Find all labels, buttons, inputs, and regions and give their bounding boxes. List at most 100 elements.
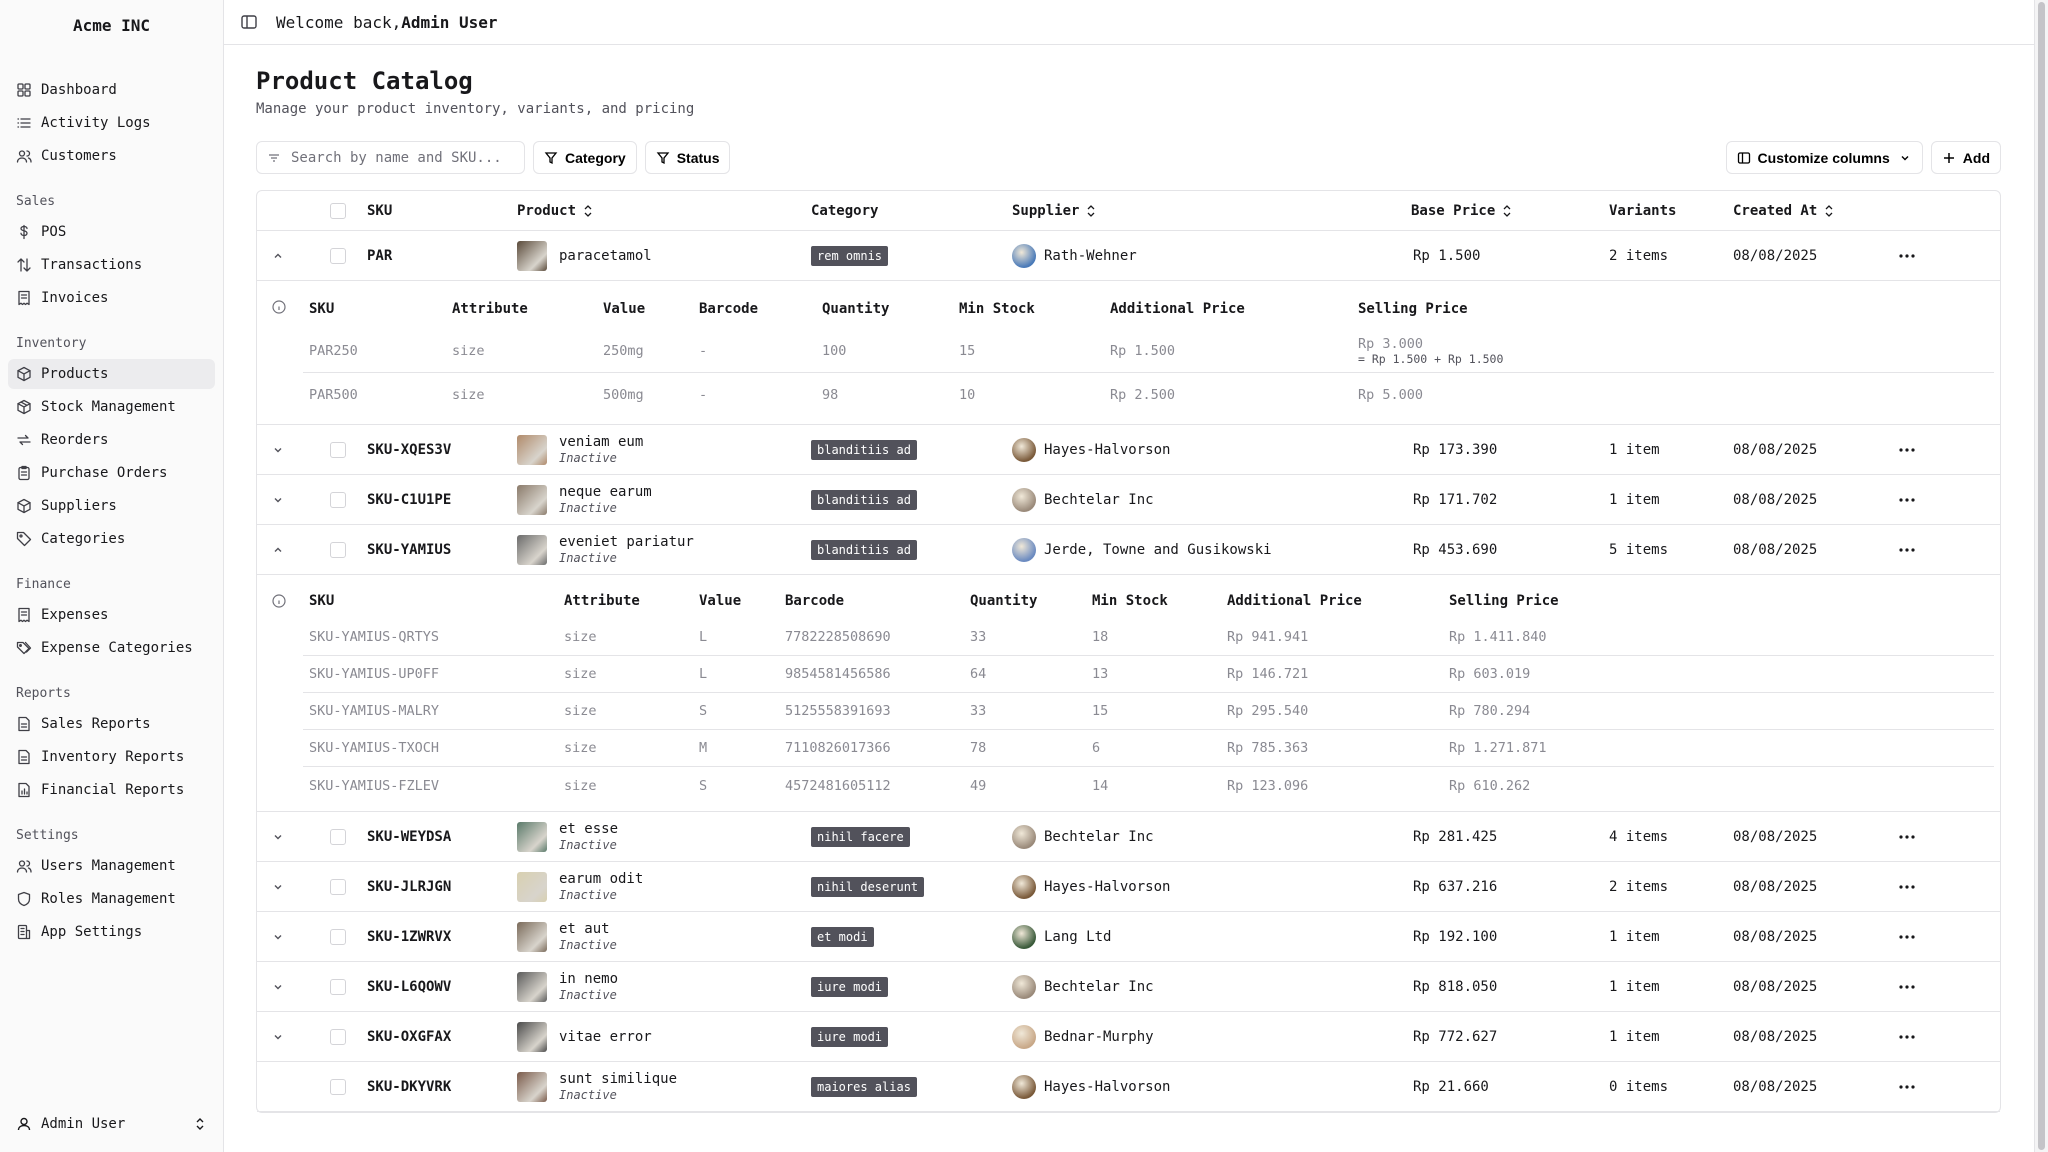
row-checkbox[interactable] [330, 928, 346, 945]
more-actions-icon[interactable] [1897, 829, 1917, 845]
sidebar-item-activity-logs[interactable]: Activity Logs [8, 108, 215, 138]
sidebar-item-categories[interactable]: Categories [8, 524, 215, 554]
scrollbar-thumb[interactable] [2038, 2, 2045, 1150]
sidebar-item-sales-reports[interactable]: Sales Reports [8, 709, 215, 739]
table-row[interactable]: SKU-YAMIUS eveniet pariatur Inactive blan… [257, 525, 2000, 575]
table-row[interactable]: SKU-WEYDSA et esse Inactive nihil facere … [257, 812, 2000, 862]
variant-sku: PAR500 [309, 387, 358, 403]
more-actions-icon[interactable] [1897, 1079, 1917, 1095]
sidebar-item-users-management[interactable]: Users Management [8, 851, 215, 881]
chevron-down-icon[interactable] [271, 880, 285, 894]
sidebar-item-suppliers[interactable]: Suppliers [8, 491, 215, 521]
row-checkbox[interactable] [330, 491, 346, 508]
sidebar-item-inventory-reports[interactable]: Inventory Reports [8, 742, 215, 772]
variant-row: SKU-YAMIUS-FZLEV size S 4572481605112 49 14 Rp… [303, 767, 1994, 804]
category-filter-button[interactable]: Category [533, 141, 637, 174]
table-row[interactable]: SKU-1ZWRVX et aut Inactive et modi Lang L… [257, 912, 2000, 962]
category-badge: nihil facere [811, 826, 910, 847]
chevron-down-icon[interactable] [271, 493, 285, 507]
chevron-down-icon[interactable] [271, 980, 285, 994]
product-cell[interactable]: earum odit Inactive [517, 871, 643, 903]
chevron-up-icon[interactable] [271, 249, 285, 263]
sidebar-toggle-icon[interactable] [240, 13, 258, 31]
table-row[interactable]: SKU-JLRJGN earum odit Inactive nihil dese… [257, 862, 2000, 912]
sidebar-item-expenses[interactable]: Expenses [8, 600, 215, 630]
row-checkbox[interactable] [330, 1078, 346, 1095]
sidebar-item-expense-categories[interactable]: Expense Categories [8, 633, 215, 663]
more-actions-icon[interactable] [1897, 492, 1917, 508]
search-input[interactable] [291, 149, 511, 166]
select-all-checkbox[interactable] [330, 202, 346, 219]
product-cell[interactable]: et aut Inactive [517, 921, 617, 953]
chevron-down-icon[interactable] [271, 830, 285, 844]
sidebar-item-label: Stock Management [41, 399, 176, 415]
more-actions-icon[interactable] [1897, 1029, 1917, 1045]
variant-row: SKU-YAMIUS-UP0FF size L 9854581456586 64 13 Rp… [303, 656, 1994, 693]
table-row[interactable]: PAR paracetamol rem omnis Rath-Wehner Rp… [257, 231, 2000, 281]
more-actions-icon[interactable] [1897, 879, 1917, 895]
more-actions-icon[interactable] [1897, 542, 1917, 558]
supplier-name: Hayes-Halvorson [1044, 441, 1171, 458]
variant-barcode: - [699, 387, 708, 403]
product-cell[interactable]: in nemo Inactive [517, 971, 618, 1003]
sidebar-item-purchase-orders[interactable]: Purchase Orders [8, 458, 215, 488]
chevron-down-icon[interactable] [271, 443, 285, 457]
chevron-up-icon[interactable] [271, 543, 285, 557]
variant-column-selling-price: Selling Price [1358, 301, 1468, 317]
sidebar-item-dashboard[interactable]: Dashboard [8, 75, 215, 105]
row-checkbox[interactable] [330, 541, 346, 558]
user-menu[interactable]: Admin User [8, 1104, 215, 1144]
table-row[interactable]: SKU-OXGFAX vitae error iure modi Bednar-… [257, 1012, 2000, 1062]
variant-sku: SKU-YAMIUS-MALRY [309, 703, 440, 719]
row-checkbox[interactable] [330, 828, 346, 845]
sidebar-item-customers[interactable]: Customers [8, 141, 215, 171]
variant-value: M [699, 740, 708, 756]
row-checkbox[interactable] [330, 247, 346, 264]
chevron-down-icon[interactable] [271, 1030, 285, 1044]
sidebar-item-transactions[interactable]: Transactions [8, 250, 215, 280]
page-scrollbar[interactable] [2034, 0, 2048, 1152]
supplier-cell: Rath-Wehner [1012, 243, 1137, 268]
column-supplier[interactable]: Supplier [1012, 203, 1097, 219]
sidebar-item-app-settings[interactable]: App Settings [8, 917, 215, 947]
column-created-at[interactable]: Created At [1733, 203, 1835, 219]
column-product[interactable]: Product [517, 203, 594, 219]
product-cell[interactable]: sunt similique Inactive [517, 1071, 677, 1103]
more-actions-icon[interactable] [1897, 929, 1917, 945]
add-product-button[interactable]: Add [1930, 141, 2001, 174]
supplier-name: Bechtelar Inc [1044, 828, 1154, 845]
row-checkbox[interactable] [330, 1028, 346, 1045]
product-cell[interactable]: eveniet pariatur Inactive [517, 534, 694, 566]
column-base-price[interactable]: Base Price [1411, 203, 1513, 219]
sidebar-item-invoices[interactable]: Invoices [8, 283, 215, 313]
sidebar-item-pos[interactable]: POS [8, 217, 215, 247]
row-checkbox[interactable] [330, 878, 346, 895]
variant-quantity: 64 [970, 666, 987, 682]
funnel-icon [544, 151, 558, 165]
table-row[interactable]: SKU-XQES3V veniam eum Inactive blanditiis… [257, 425, 2000, 475]
product-thumbnail [517, 971, 547, 1002]
sidebar-item-financial-reports[interactable]: Financial Reports [8, 775, 215, 805]
chevron-down-icon[interactable] [271, 930, 285, 944]
product-cell[interactable]: neque earum Inactive [517, 484, 652, 516]
sidebar-item-reorders[interactable]: Reorders [8, 425, 215, 455]
more-actions-icon[interactable] [1897, 248, 1917, 264]
product-cell[interactable]: paracetamol [517, 240, 652, 271]
sidebar-item-stock-management[interactable]: Stock Management [8, 392, 215, 422]
more-actions-icon[interactable] [1897, 442, 1917, 458]
sidebar-item-roles-management[interactable]: Roles Management [8, 884, 215, 914]
sidebar-item-products[interactable]: Products [8, 359, 215, 389]
table-row[interactable]: SKU-C1U1PE neque earum Inactive blanditii… [257, 475, 2000, 525]
product-cell[interactable]: et esse Inactive [517, 821, 618, 853]
product-cell[interactable]: veniam eum Inactive [517, 434, 643, 466]
search-box[interactable] [256, 141, 525, 174]
row-checkbox[interactable] [330, 978, 346, 995]
table-row[interactable]: SKU-L6QOWV in nemo Inactive iure modi Bec… [257, 962, 2000, 1012]
column-category: Category [811, 202, 879, 219]
product-cell[interactable]: vitae error [517, 1021, 652, 1052]
status-filter-button[interactable]: Status [644, 141, 731, 174]
more-actions-icon[interactable] [1897, 979, 1917, 995]
table-row[interactable]: SKU-DKYVRK sunt similique Inactive maiore… [257, 1062, 2000, 1112]
customize-columns-button[interactable]: Customize columns [1725, 141, 1923, 174]
row-checkbox[interactable] [330, 441, 346, 458]
